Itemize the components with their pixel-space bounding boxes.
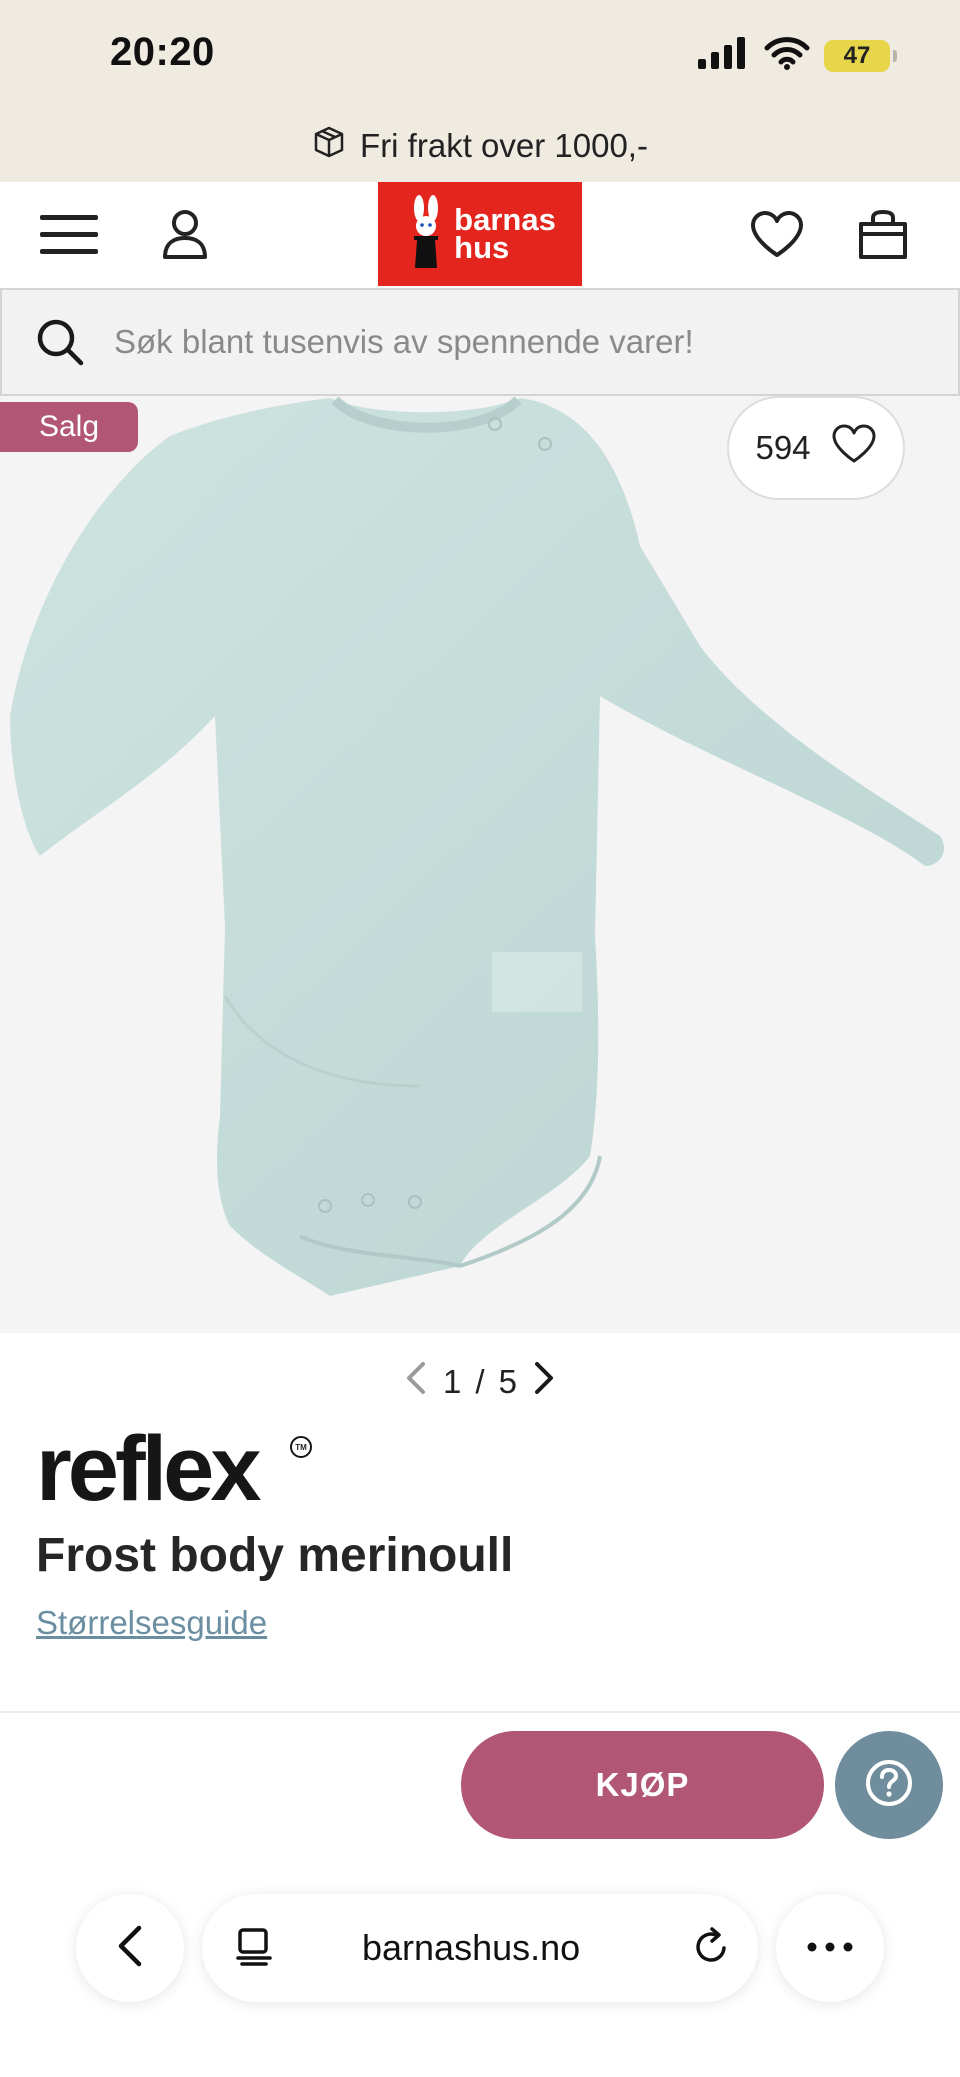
reload-icon[interactable]: [692, 1926, 732, 1971]
pager-separator: /: [475, 1363, 485, 1400]
wifi-icon: [764, 36, 810, 75]
question-mark-icon: [864, 1758, 914, 1813]
bunny-hat-icon: [404, 194, 448, 275]
search-input[interactable]: [114, 323, 874, 361]
help-button[interactable]: [835, 1731, 943, 1839]
favorite-count-button[interactable]: 594: [727, 396, 905, 500]
barnashus-logo[interactable]: barnas hus: [378, 182, 582, 286]
account-icon[interactable]: [154, 204, 216, 266]
product-image-carousel[interactable]: Salg 594: [0, 396, 960, 1333]
menu-icon[interactable]: [38, 204, 100, 266]
logo-wordmark: barnas hus: [454, 204, 556, 265]
chevron-back-icon: [115, 1924, 145, 1973]
wishlist-heart-icon[interactable]: [746, 204, 808, 266]
product-photo: [10, 396, 945, 1296]
site-header: barnas hus: [0, 182, 960, 288]
package-icon: [312, 125, 346, 167]
brand-logo: reflex: [36, 1418, 261, 1520]
battery-level: 47: [843, 41, 871, 69]
divider: [0, 1711, 960, 1713]
sale-badge: Salg: [0, 402, 138, 452]
size-guide-link[interactable]: Størrelsesguide: [36, 1604, 267, 1642]
browser-toolbar: barnashus.no: [0, 1880, 960, 2077]
more-button[interactable]: [776, 1894, 884, 2002]
battery-icon: 47: [824, 39, 897, 72]
favorite-count: 594: [755, 429, 811, 466]
heart-icon: [831, 424, 877, 472]
search-bar: [0, 288, 960, 396]
product-title: Frost body merinoull: [36, 1529, 514, 1582]
pager-total: 5: [498, 1363, 517, 1400]
chevron-left-icon[interactable]: [403, 1360, 429, 1404]
status-time: 20:20: [110, 30, 215, 74]
more-dots-icon: [807, 1939, 853, 1957]
cellular-signal-icon: [698, 37, 750, 74]
search-icon[interactable]: [32, 314, 88, 370]
shopping-bag-icon[interactable]: [852, 204, 914, 266]
buy-button[interactable]: KJØP: [461, 1731, 824, 1839]
pager-current: 1: [443, 1363, 462, 1400]
promo-bar: Fri frakt over 1000,-: [0, 110, 960, 182]
logo-line-2: hus: [454, 230, 510, 265]
trademark-icon: TM: [290, 1436, 312, 1458]
status-icons: 47: [698, 36, 897, 75]
url-text: barnashus.no: [362, 1927, 581, 1968]
address-bar[interactable]: barnashus.no: [202, 1894, 758, 2002]
chevron-right-icon[interactable]: [531, 1360, 557, 1404]
status-bar: 20:20 47: [0, 0, 960, 110]
reader-mode-icon[interactable]: [234, 1926, 274, 1971]
back-button[interactable]: [76, 1894, 184, 2002]
promo-text: Fri frakt over 1000,-: [360, 127, 648, 164]
image-pager: 1 / 5: [0, 1354, 960, 1410]
